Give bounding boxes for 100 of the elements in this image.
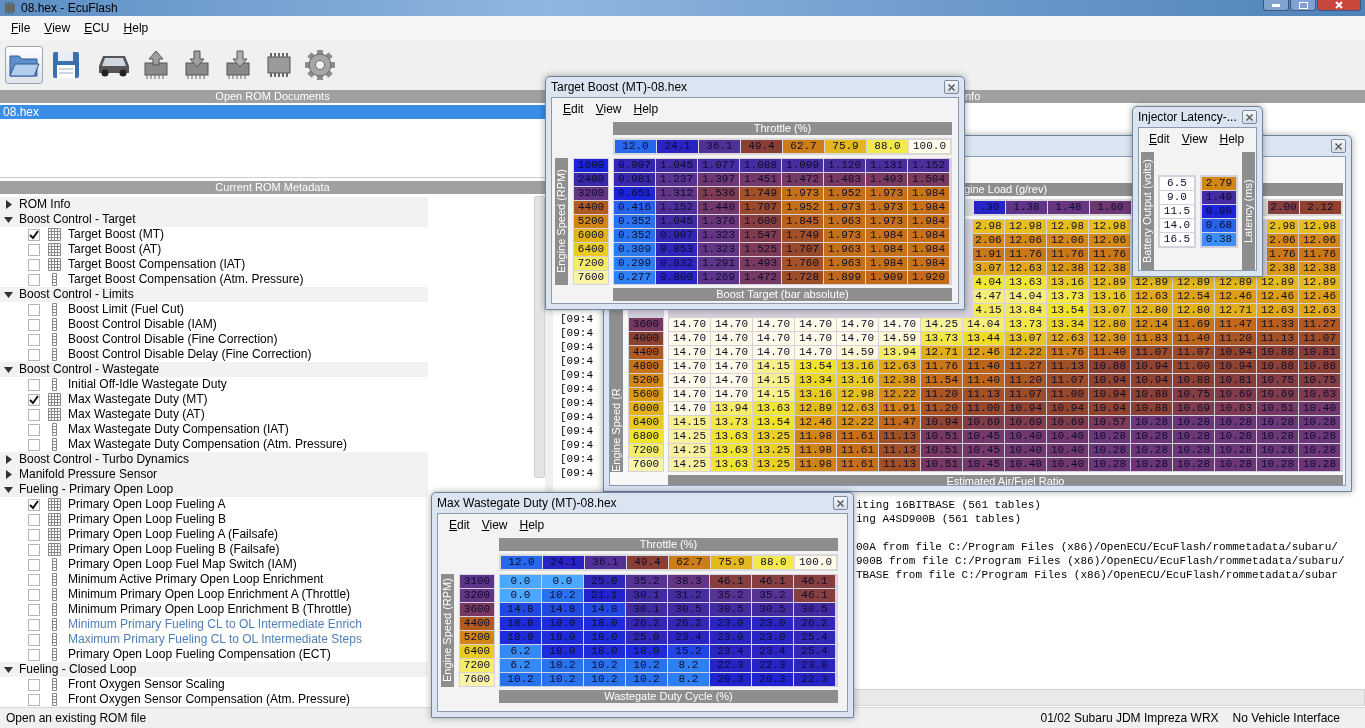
table-cell[interactable]: 11.40 <box>963 374 1004 387</box>
checkbox[interactable] <box>28 303 40 316</box>
table-cell[interactable]: 14.8 <box>584 603 625 616</box>
table-cell[interactable]: 11.76 <box>1005 248 1046 261</box>
table-cell[interactable]: 11.00 <box>1173 360 1214 373</box>
table-cell[interactable]: 12.54 <box>1173 290 1214 303</box>
table-cell[interactable]: 12.98 <box>837 388 878 401</box>
table-cell[interactable]: 14.70 <box>711 360 752 373</box>
table-cell[interactable]: 2.98 <box>973 220 1004 233</box>
tree-item[interactable]: Target Boost Compensation (Atm. Pressure) <box>0 272 304 287</box>
expand-arrow-icon[interactable] <box>4 470 13 479</box>
table-cell[interactable]: 14.8 <box>542 603 583 616</box>
table-cell[interactable]: 13.16 <box>1089 290 1130 303</box>
checkbox[interactable] <box>28 378 40 391</box>
table-cell[interactable]: 11.69 <box>1173 318 1214 331</box>
table-cell[interactable]: 12.71 <box>921 346 962 359</box>
table-cell[interactable]: 10.75 <box>1257 374 1298 387</box>
table-cell[interactable]: 1.952 <box>824 187 865 200</box>
table-cell[interactable]: 11.76 <box>1047 248 1088 261</box>
table-cell[interactable]: 11.54 <box>921 374 962 387</box>
menu-item[interactable]: Edit <box>563 101 584 116</box>
table-cell[interactable]: 0.38 <box>1202 232 1236 246</box>
table-cell[interactable]: 12.14 <box>1131 318 1172 331</box>
close-button[interactable] <box>833 496 848 510</box>
tree-category[interactable]: Boost Control - Wastegate <box>0 362 428 377</box>
table-cell[interactable]: 13.94 <box>711 402 752 415</box>
table-cell[interactable]: 13.63 <box>711 444 752 457</box>
tree-item[interactable]: Max Wastegate Duty Compensation (Atm. Pressure) <box>0 437 347 452</box>
table-cell[interactable]: 12.98 <box>1299 220 1340 233</box>
table-cell[interactable]: 10.88 <box>1257 360 1298 373</box>
table-cell[interactable]: 15.2 <box>668 645 709 658</box>
table-cell[interactable]: 11.40 <box>963 360 1004 373</box>
table-cell[interactable]: 0.352 <box>614 215 655 228</box>
table-cell[interactable]: 1.920 <box>908 271 949 284</box>
table-cell[interactable]: 14.70 <box>669 388 710 401</box>
table-cell[interactable]: 13.34 <box>1047 318 1088 331</box>
checkbox[interactable] <box>28 558 40 571</box>
checkbox[interactable] <box>28 588 40 601</box>
table-cell[interactable]: 10.94 <box>1089 388 1130 401</box>
table-cell[interactable]: 8.2 <box>668 659 709 672</box>
document-item[interactable]: 08.hex <box>0 105 545 119</box>
tree-item[interactable]: Boost Control Disable Delay (Fine Correction) <box>0 347 312 362</box>
tree-category[interactable]: Fueling - Primary Open Loop <box>0 482 428 497</box>
table-cell[interactable]: 13.94 <box>879 346 920 359</box>
table-cell[interactable]: 11.07 <box>1299 332 1340 345</box>
table-cell[interactable]: 14.25 <box>669 444 710 457</box>
tree-item[interactable]: Front Oxygen Sensor Compensation (Atm. Pressure) <box>0 692 351 707</box>
expand-arrow-icon[interactable] <box>4 215 13 224</box>
menu-item[interactable]: Help <box>633 101 659 116</box>
menu-item[interactable]: File <box>4 21 38 35</box>
tree-item[interactable]: Primary Open Loop Fueling A (Failsafe) <box>0 527 279 542</box>
table-cell[interactable]: 13.73 <box>1005 318 1046 331</box>
table-cell[interactable]: 12.89 <box>795 402 836 415</box>
table-cell[interactable]: 14.25 <box>669 458 710 471</box>
tree-item[interactable]: Target Boost Compensation (IAT) <box>0 257 246 272</box>
table-cell[interactable]: 11.98 <box>795 444 836 457</box>
expand-arrow-icon[interactable] <box>4 365 13 374</box>
table-cell[interactable]: 1.973 <box>824 229 865 242</box>
table-cell[interactable]: 12.71 <box>1215 304 1256 317</box>
table-cell[interactable]: 12.38 <box>1089 262 1130 275</box>
table-cell[interactable]: 11.47 <box>1215 318 1256 331</box>
table-cell[interactable]: 10.81 <box>1215 374 1256 387</box>
table-cell[interactable]: 0.416 <box>614 201 655 214</box>
tree-item[interactable]: Boost Control Disable (Fine Correction) <box>0 332 278 347</box>
table-cell[interactable]: 1.909 <box>866 271 907 284</box>
table-cell[interactable]: 12.06 <box>1299 234 1340 247</box>
table-cell[interactable]: 1.749 <box>782 229 823 242</box>
table-cell[interactable]: 11.98 <box>795 458 836 471</box>
table-cell[interactable]: 14.59 <box>837 346 878 359</box>
table-cell[interactable]: 12.46 <box>795 416 836 429</box>
table-cell[interactable]: 11.27 <box>1005 360 1046 373</box>
table-cell[interactable]: 1.749 <box>740 187 781 200</box>
table-cell[interactable]: 11.33 <box>1257 318 1298 331</box>
tree-item[interactable]: Target Boost (MT) <box>0 227 165 242</box>
table-cell[interactable]: 14.70 <box>711 388 752 401</box>
table-cell[interactable]: 10.2 <box>542 659 583 672</box>
table-cell[interactable]: 10.88 <box>1131 402 1172 415</box>
tree-item[interactable]: Primary Open Loop Fuel Map Switch (IAM) <box>0 557 297 572</box>
table-cell[interactable]: 14.70 <box>711 346 752 359</box>
table-cell[interactable]: 2.38 <box>1267 262 1298 275</box>
table-cell[interactable]: 13.34 <box>795 374 836 387</box>
table-cell[interactable]: 12.98 <box>1089 220 1130 233</box>
table-cell[interactable]: 0.0 <box>542 575 583 588</box>
table-cell[interactable]: 11.47 <box>879 416 920 429</box>
table-cell[interactable]: 14.70 <box>669 360 710 373</box>
table-cell[interactable]: 4.47 <box>973 290 1004 303</box>
vertical-scrollbar[interactable] <box>534 196 545 478</box>
table-cell[interactable]: 11.13 <box>1047 360 1088 373</box>
table-cell[interactable]: 14.70 <box>837 332 878 345</box>
table-cell[interactable]: 10.94 <box>1089 374 1130 387</box>
table-cell[interactable]: 13.44 <box>963 332 1004 345</box>
table-cell[interactable]: 14.70 <box>669 402 710 415</box>
checkbox[interactable] <box>28 318 40 331</box>
table-cell[interactable]: 10.94 <box>1215 346 1256 359</box>
expand-arrow-icon[interactable] <box>4 290 13 299</box>
table-cell[interactable]: 11.20 <box>1005 374 1046 387</box>
table-cell[interactable]: 10.94 <box>1089 402 1130 415</box>
table-cell[interactable]: 1.984 <box>866 243 907 256</box>
table-cell[interactable]: 2.79 <box>1202 176 1236 190</box>
table-cell[interactable]: 13.63 <box>711 458 752 471</box>
